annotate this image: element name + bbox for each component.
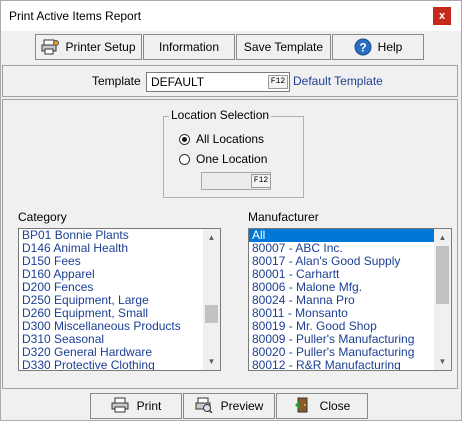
help-label: Help [377,40,403,54]
category-scroll-thumb[interactable] [205,305,218,323]
template-row: Template F12 Default Template [2,65,458,97]
close-button[interactable]: Close [276,393,368,419]
manufacturer-label: Manufacturer [248,210,319,224]
all-locations-radio[interactable]: All Locations [179,132,264,146]
preview-button[interactable]: Preview [183,393,275,419]
scroll-up-icon[interactable]: ▲ [203,229,220,246]
preview-label: Preview [220,399,264,413]
toolbar: Printer Setup Information Save Template … [2,33,458,61]
category-list: BP01 Bonnie Plants D146 Animal Health D150… [19,229,203,370]
radio-selected-icon [179,133,190,145]
manufacturer-listbox[interactable]: All 80007 - ABC Inc. 80017 - Alan's Good S… [248,228,452,371]
close-door-icon [294,397,312,416]
category-listbox[interactable]: BP01 Bonnie Plants D146 Animal Health D150… [18,228,221,371]
scroll-down-icon[interactable]: ▼ [434,353,451,370]
category-label: Category [18,210,67,224]
report-window: Print Active Items Report x Printer Setu… [0,0,462,421]
printer-setup-icon [41,39,60,55]
category-scrollbar[interactable]: ▲ ▼ [203,229,220,370]
manufacturer-scroll-thumb[interactable] [436,246,449,304]
information-label: Information [158,40,220,54]
title-bar: Print Active Items Report x [1,1,461,31]
list-item[interactable]: 80012 - R&R Manufacturing [249,359,434,371]
template-label: Template [92,74,141,88]
manufacturer-scrollbar[interactable]: ▲ ▼ [434,229,451,370]
printer-setup-label: Printer Setup [65,40,136,54]
list-item[interactable]: D330 Protective Clothing [19,359,203,371]
print-button[interactable]: Print [90,393,182,419]
template-description: Default Template [293,74,383,88]
save-template-button[interactable]: Save Template [236,34,331,60]
svg-text:?: ? [359,41,366,55]
main-panel: Location Selection All Locations One Loc… [2,99,458,389]
information-button[interactable]: Information [143,34,235,60]
window-title: Print Active Items Report [9,9,142,23]
close-window-button[interactable]: x [433,7,451,25]
one-location-radio[interactable]: One Location [179,152,267,166]
print-label: Print [136,399,162,413]
radio-unselected-icon [179,153,190,165]
help-button[interactable]: ? Help [332,34,424,60]
one-location-label: One Location [196,152,268,166]
location-selection-legend: Location Selection [169,108,272,122]
save-template-label: Save Template [243,40,324,54]
help-icon: ? [354,38,372,56]
close-label: Close [319,399,351,413]
print-icon [111,397,129,416]
bottom-bar: Print Preview Close [2,391,458,421]
printer-setup-button[interactable]: Printer Setup [35,34,142,60]
all-locations-label: All Locations [196,132,265,146]
template-lookup-button[interactable]: F12 [268,75,288,89]
scroll-up-icon[interactable]: ▲ [434,229,451,246]
location-lookup-button: F12 [251,174,271,188]
manufacturer-list: All 80007 - ABC Inc. 80017 - Alan's Good S… [249,229,434,370]
scroll-down-icon[interactable]: ▼ [203,353,220,370]
preview-icon [195,397,213,416]
